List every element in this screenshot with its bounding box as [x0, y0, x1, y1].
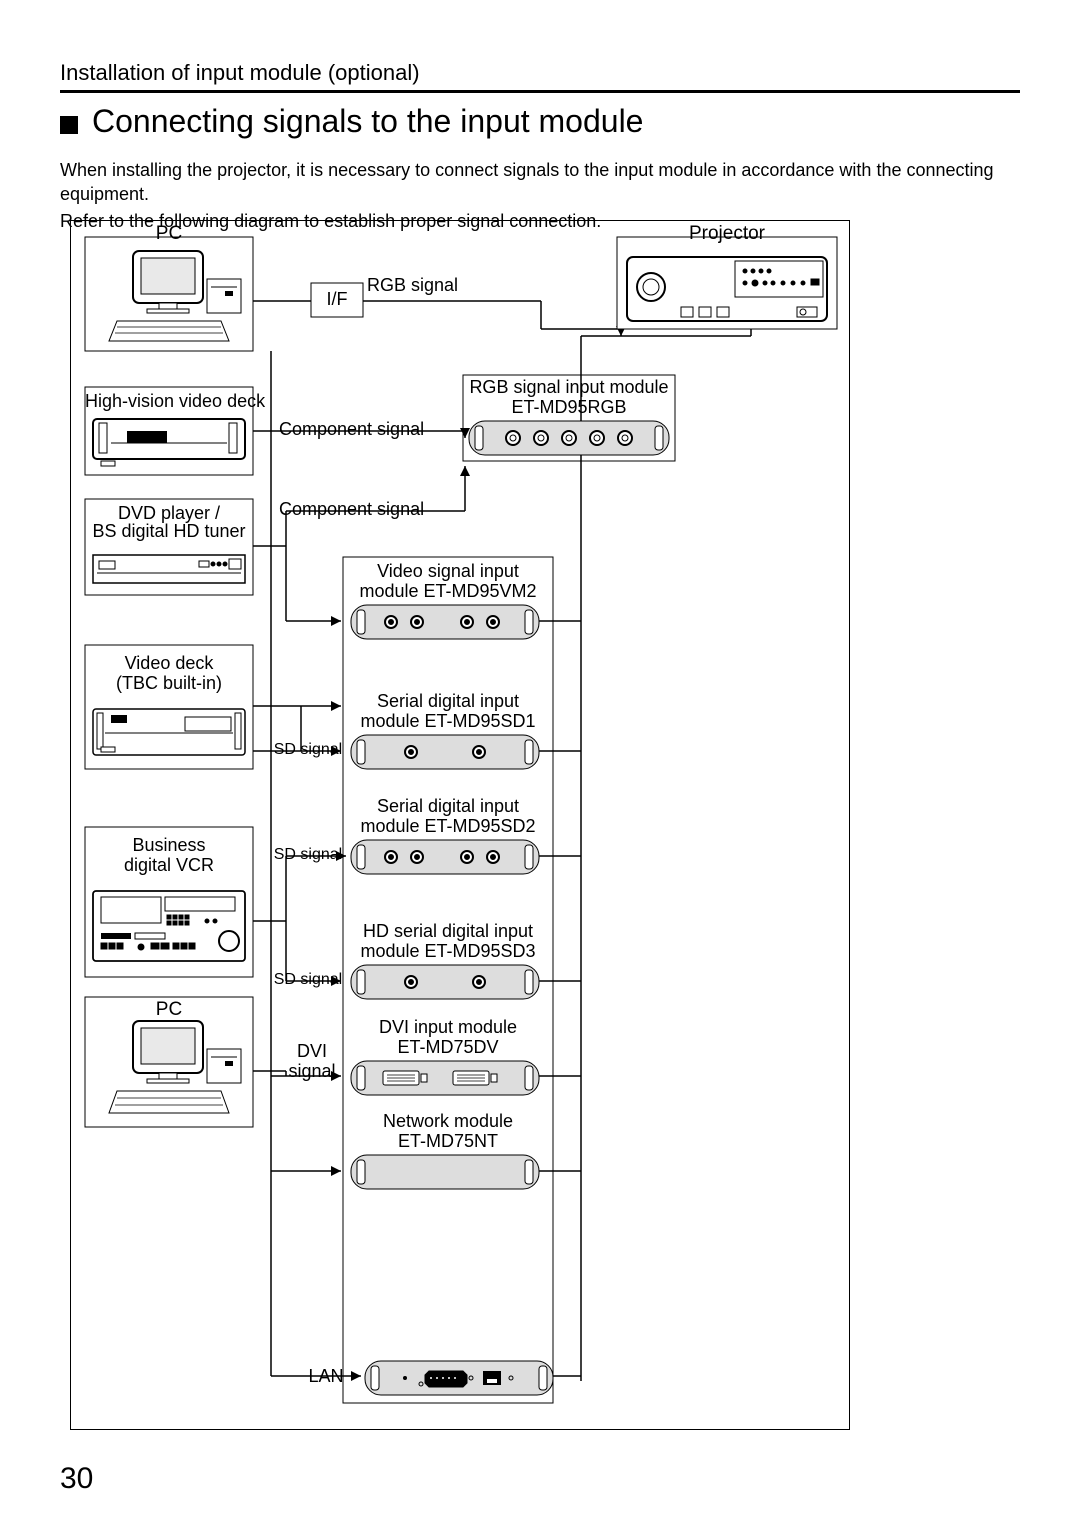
spare-module-panel [351, 1155, 539, 1189]
video-deck-label-line2: (TBC built-in) [85, 673, 253, 694]
net-label-line2: ET-MD75NT [343, 1131, 553, 1152]
rgb-module-panel [469, 421, 669, 455]
sd1-module-panel [351, 735, 539, 769]
sd-signal-label-2: SD signal [269, 846, 347, 864]
breadcrumb: Installation of input module (optional) [60, 60, 1020, 93]
vm2-module-panel [351, 605, 539, 639]
dvd-label-line2: BS digital HD tuner [85, 521, 253, 542]
dvi-signal-label-line1: DVI [281, 1041, 343, 1062]
network-module-panel [365, 1361, 553, 1395]
page-number: 30 [60, 1462, 93, 1496]
net-label-line1: Network module [343, 1111, 553, 1132]
sd2-module-panel [351, 840, 539, 874]
vm2-label-line2: module ET-MD95VM2 [343, 581, 553, 602]
component-signal-label: Component signal [271, 419, 459, 440]
sd2-label-line2: module ET-MD95SD2 [343, 816, 553, 837]
connection-diagram: PC Projector I/F RGB signal RGB signal i… [70, 220, 850, 1430]
sd-signal-label-3: SD signal [269, 971, 347, 989]
sd2-label-line1: Serial digital input [343, 796, 553, 817]
section-title: Connecting signals to the input module [60, 103, 1020, 140]
hv-deck-label: High-vision video deck [85, 391, 253, 412]
dvi-label-line2: ET-MD75DV [343, 1037, 553, 1058]
sd-signal-label-1: SD signal [269, 741, 347, 759]
pc-label: PC [85, 223, 253, 245]
title-text: Connecting signals to the input module [92, 103, 643, 140]
sd3-label-line1: HD serial digital input [343, 921, 553, 942]
pc2-label: PC [85, 999, 253, 1021]
component-signal2-label: Component signal [271, 499, 459, 520]
dvi-signal-label-line2: signal [281, 1061, 343, 1082]
biz-vcr-label-line2: digital VCR [85, 855, 253, 876]
sd1-label-line2: module ET-MD95SD1 [343, 711, 553, 732]
dvi-module-panel [351, 1061, 539, 1095]
sd3-label-line2: module ET-MD95SD3 [343, 941, 553, 962]
lan-label: LAN [295, 1366, 357, 1387]
bullet-square-icon [60, 116, 78, 134]
projector-icon [617, 237, 837, 329]
paragraph-1: When installing the projector, it is nec… [60, 158, 1020, 207]
projector-label: Projector [617, 223, 837, 245]
vm2-label-line1: Video signal input [343, 561, 553, 582]
rgb-module-label-line2: ET-MD95RGB [463, 397, 675, 418]
video-deck-label-line1: Video deck [85, 653, 253, 674]
biz-vcr-label-line1: Business [85, 835, 253, 856]
sd1-label-line1: Serial digital input [343, 691, 553, 712]
dvi-label-line1: DVI input module [343, 1017, 553, 1038]
rgb-module-label-line1: RGB signal input module [463, 377, 675, 398]
sd3-module-panel [351, 965, 539, 999]
if-label: I/F [311, 289, 363, 310]
rgb-signal-label: RGB signal [367, 275, 497, 296]
pc-device-icon [85, 237, 253, 351]
